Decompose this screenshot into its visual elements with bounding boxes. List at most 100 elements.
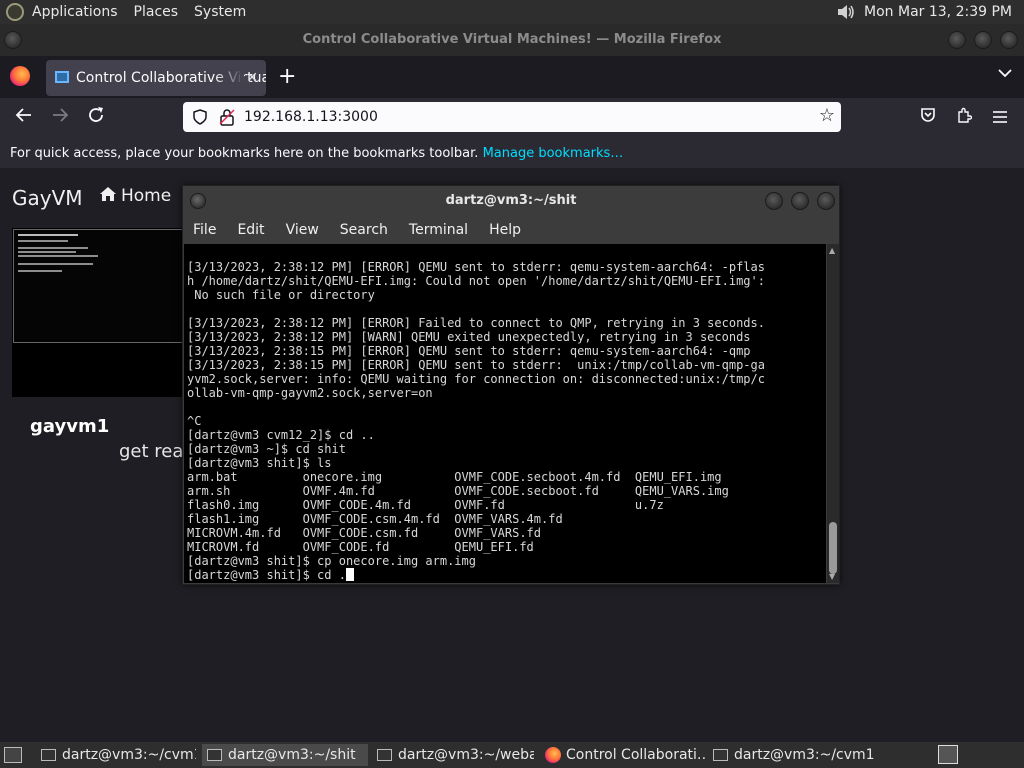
url-bar[interactable]: 192.168.1.13:3000 ☆ (183, 102, 841, 132)
menu-search[interactable]: Search (340, 222, 388, 238)
vm-description: get rea (119, 441, 184, 462)
home-label: Home (121, 186, 172, 206)
window-menu-icon[interactable] (4, 31, 22, 49)
terminal-line: ^C (187, 414, 202, 428)
terminal-title: dartz@vm3:~/shit (445, 193, 577, 208)
firefox-titlebar[interactable]: Control Collaborative Virtual Machines! … (0, 24, 1024, 56)
menu-file[interactable]: File (193, 222, 216, 238)
site-brand[interactable]: GayVM (12, 186, 83, 210)
task-label: dartz@vm3:~/cvm1… (734, 747, 874, 763)
navigation-bar: 192.168.1.13:3000 ☆ (0, 98, 1024, 140)
manage-bookmarks-link[interactable]: Manage bookmarks… (483, 146, 624, 161)
system-menu[interactable]: System (186, 0, 254, 24)
terminal-line: MICROVM.fd OVMF_CODE.fd QEMU_EFI.fd (187, 540, 534, 554)
applications-menu[interactable]: Applications (24, 0, 126, 24)
terminal-scrollbar[interactable]: ▲ ▼ (827, 244, 839, 583)
terminal-icon (377, 749, 392, 761)
terminal-line: MICROVM.4m.fd OVMF_CODE.csm.fd OVMF_VARS… (187, 526, 542, 540)
tab-active[interactable]: Control Collaborative Virtual Machines! … (46, 60, 266, 96)
firefox-logo-icon (10, 66, 30, 86)
back-arrow-icon (15, 108, 31, 122)
task-terminal-weba[interactable]: dartz@vm3:~/weba… (372, 744, 534, 766)
top-panel: Applications Places System Mon Mar 13, 2… (0, 0, 1024, 24)
bookmarks-toolbar: For quick access, place your bookmarks h… (0, 140, 1024, 168)
minimize-icon[interactable] (948, 31, 966, 49)
terminal-window-menu-icon[interactable] (190, 193, 206, 209)
prompt-text: [dartz@vm3 shit]$ cd . (187, 568, 346, 582)
maximize-icon[interactable] (974, 31, 992, 49)
distro-logo-icon[interactable] (6, 3, 24, 21)
terminal-lines: [3/13/2023, 2:38:12 PM] [ERROR] QEMU sen… (187, 260, 826, 568)
task-label: dartz@vm3:~/shit (228, 747, 356, 763)
reload-icon (89, 107, 103, 122)
terminal-line: [dartz@vm3 cvm12_2]$ cd .. (187, 428, 375, 442)
home-nav-link[interactable]: Home (99, 186, 171, 206)
menu-terminal[interactable]: Terminal (409, 222, 468, 238)
task-firefox[interactable]: Control Collaborati… (540, 744, 706, 766)
window-title: Control Collaborative Virtual Machines! … (302, 32, 722, 47)
extensions-icon[interactable] (952, 106, 976, 130)
terminal-icon (713, 749, 728, 761)
clock[interactable]: Mon Mar 13, 2:39 PM (864, 4, 1024, 20)
terminal-icon (41, 749, 56, 761)
terminal-prompt-line[interactable]: [dartz@vm3 shit]$ cd . (187, 568, 826, 582)
task-label: dartz@vm3:~/cvm12 (62, 747, 196, 763)
terminal-line: [dartz@vm3 ~]$ cd shit (187, 442, 346, 456)
terminal-line: [3/13/2023, 2:38:15 PM] [ERROR] QEMU sen… (187, 344, 751, 358)
tab-strip: Control Collaborative Virtual Machines! … (0, 56, 1024, 98)
list-all-tabs-icon[interactable] (998, 66, 1012, 82)
hamburger-menu-icon[interactable] (988, 106, 1012, 130)
terminal-line: [3/13/2023, 2:38:15 PM] [ERROR] QEMU sen… (187, 358, 765, 372)
forward-button[interactable] (47, 106, 73, 132)
terminal-close-icon[interactable] (817, 192, 835, 210)
scroll-up-icon[interactable]: ▲ (829, 246, 835, 255)
terminal-line: [dartz@vm3 shit]$ ls (187, 456, 332, 470)
terminal-menubar: File Edit View Search Terminal Help (183, 216, 839, 244)
show-desktop-icon[interactable] (4, 747, 22, 763)
text-cursor (345, 568, 354, 581)
volume-icon[interactable] (836, 4, 856, 20)
terminal-minimize-icon[interactable] (765, 192, 783, 210)
scrollbar-thumb[interactable] (829, 522, 837, 574)
url-text[interactable]: 192.168.1.13:3000 (244, 102, 378, 132)
insecure-lock-icon[interactable] (219, 108, 235, 126)
task-terminal-cvm1[interactable]: dartz@vm3:~/cvm1… (708, 744, 874, 766)
places-menu[interactable]: Places (126, 0, 187, 24)
terminal-window[interactable]: dartz@vm3:~/shit File Edit View Search T… (182, 185, 840, 585)
terminal-line: [3/13/2023, 2:38:12 PM] [ERROR] QEMU sen… (187, 260, 765, 274)
terminal-line: flash0.img OVMF_CODE.4m.fd OVMF.fd u.7z (187, 498, 664, 512)
terminal-line: arm.sh OVMF.4m.fd OVMF_CODE.secboot.fd Q… (187, 484, 729, 498)
scroll-down-icon[interactable]: ▼ (829, 572, 835, 581)
task-terminal-shit[interactable]: dartz@vm3:~/shit (202, 744, 368, 766)
task-terminal-cvm12[interactable]: dartz@vm3:~/cvm12 (36, 744, 196, 766)
close-tab-icon[interactable]: ✕ (246, 60, 258, 96)
vm-name: gayvm1 (30, 416, 110, 437)
forward-arrow-icon (53, 108, 69, 122)
terminal-line: flash1.img OVMF_CODE.csm.4m.fd OVMF_VARS… (187, 512, 563, 526)
workspace-switcher-icon[interactable] (938, 745, 958, 764)
menu-view[interactable]: View (286, 222, 319, 238)
terminal-line: [3/13/2023, 2:38:12 PM] [ERROR] Failed t… (187, 316, 765, 330)
task-label: Control Collaborati… (566, 747, 706, 763)
terminal-icon (207, 749, 222, 761)
terminal-titlebar[interactable]: dartz@vm3:~/shit (183, 186, 839, 216)
terminal-output[interactable]: [3/13/2023, 2:38:12 PM] [ERROR] QEMU sen… (184, 244, 826, 583)
terminal-line: [3/13/2023, 2:38:12 PM] [WARN] QEMU exit… (187, 330, 751, 344)
vm-thumbnail-card[interactable] (12, 228, 192, 397)
menu-help[interactable]: Help (489, 222, 521, 238)
bookmark-star-icon[interactable]: ☆ (819, 105, 835, 126)
firefox-icon (545, 747, 561, 763)
terminal-line: yvm2.sock,server: info: QEMU waiting for… (187, 372, 765, 386)
menu-edit[interactable]: Edit (237, 222, 264, 238)
reload-button[interactable] (83, 106, 109, 132)
new-tab-button[interactable]: + (278, 62, 296, 92)
terminal-maximize-icon[interactable] (791, 192, 809, 210)
back-button[interactable] (11, 106, 37, 132)
pocket-icon[interactable] (916, 106, 940, 130)
terminal-line: arm.bat onecore.img OVMF_CODE.secboot.4m… (187, 470, 722, 484)
tracking-shield-icon[interactable] (193, 109, 207, 125)
terminal-line: ollab-vm-qmp-gayvm2.sock,server=on (187, 386, 433, 400)
close-window-icon[interactable] (1000, 31, 1018, 49)
